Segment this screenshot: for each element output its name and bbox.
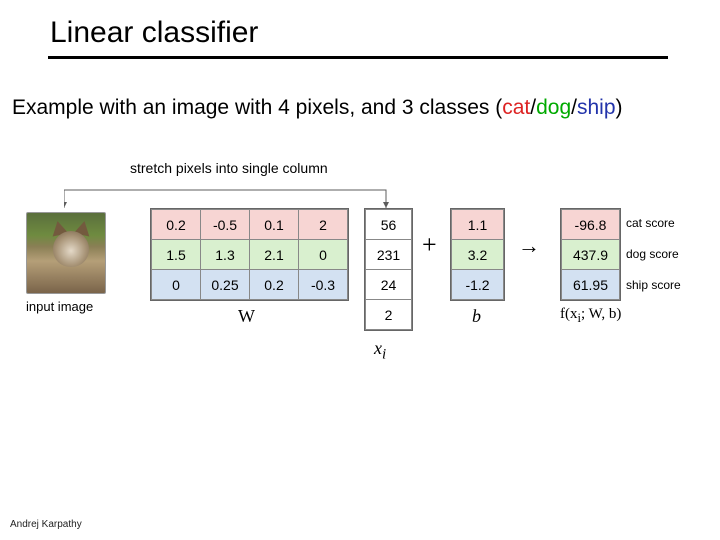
f-vector: -96.8 437.9 61.95 — [560, 208, 621, 301]
W-matrix: 0.2 -0.5 0.1 2 1.5 1.3 2.1 0 0 0.25 0.2 … — [150, 208, 349, 301]
table-row: 61.95 — [562, 270, 620, 300]
table-row: -96.8 — [562, 210, 620, 240]
stretch-bracket — [64, 178, 364, 208]
b-vector: 1.1 3.2 -1.2 — [450, 208, 505, 301]
W-cell: 0.2 — [152, 210, 201, 240]
W-cell: 0 — [299, 240, 348, 270]
table-row: 2 — [366, 300, 412, 330]
x-cell: 56 — [366, 210, 412, 240]
b-cell: -1.2 — [452, 270, 504, 300]
table-row: 56 — [366, 210, 412, 240]
title-underline — [48, 56, 668, 59]
W-cell: 0.25 — [201, 270, 250, 300]
x-cell: 2 — [366, 300, 412, 330]
plus-symbol: + — [422, 230, 437, 260]
table-row: 437.9 — [562, 240, 620, 270]
example-prefix: Example with an image with 4 pixels, and… — [12, 96, 502, 119]
paren-close: ) — [616, 96, 623, 119]
stretch-caption: stretch pixels into single column — [130, 160, 328, 176]
W-cell: 1.3 — [201, 240, 250, 270]
b-cell: 1.1 — [452, 210, 504, 240]
W-cell: 1.5 — [152, 240, 201, 270]
x-var: x — [374, 338, 382, 358]
slide-credit: Andrej Karpathy — [10, 519, 82, 530]
class-ship: ship — [577, 96, 616, 119]
x-vector: 56 231 24 2 — [364, 208, 413, 331]
table-row: -1.2 — [452, 270, 504, 300]
input-image — [26, 212, 106, 294]
W-cell: 2 — [299, 210, 348, 240]
W-cell: 0.2 — [250, 270, 299, 300]
table-row: 1.5 1.3 2.1 0 — [152, 240, 348, 270]
W-symbol: W — [238, 306, 255, 327]
linear-classifier-diagram: stretch pixels into single column input … — [20, 160, 700, 420]
table-row: 24 — [366, 270, 412, 300]
class-dog: dog — [536, 96, 571, 119]
f-cell: 61.95 — [562, 270, 620, 300]
input-image-label: input image — [26, 299, 93, 314]
x-cell: 24 — [366, 270, 412, 300]
x-cell: 231 — [366, 240, 412, 270]
b-symbol: b — [472, 306, 481, 327]
table-row: 3.2 — [452, 240, 504, 270]
score-label-dog: dog score — [626, 247, 679, 261]
arrow-icon: → — [518, 233, 540, 259]
x-symbol: xi — [374, 338, 386, 364]
f-rest: ; W, b) — [581, 306, 621, 322]
class-cat: cat — [502, 96, 530, 119]
score-label-cat: cat score — [626, 216, 675, 230]
W-cell: 0 — [152, 270, 201, 300]
W-cell: 0.1 — [250, 210, 299, 240]
table-row: 1.1 — [452, 210, 504, 240]
table-row: 0.2 -0.5 0.1 2 — [152, 210, 348, 240]
f-cell: -96.8 — [562, 210, 620, 240]
x-sub: i — [382, 347, 386, 363]
W-cell: -0.5 — [201, 210, 250, 240]
table-row: 0 0.25 0.2 -0.3 — [152, 270, 348, 300]
b-cell: 3.2 — [452, 240, 504, 270]
slide-title: Linear classifier — [50, 16, 258, 50]
W-cell: -0.3 — [299, 270, 348, 300]
cat-face-icon — [53, 231, 89, 267]
score-label-ship: ship score — [626, 278, 681, 292]
f-symbol: f(xi; W, b) — [560, 306, 621, 326]
f-cell: 437.9 — [562, 240, 620, 270]
example-caption: Example with an image with 4 pixels, and… — [12, 96, 623, 120]
f-prefix: f(x — [560, 306, 578, 322]
W-cell: 2.1 — [250, 240, 299, 270]
table-row: 231 — [366, 240, 412, 270]
